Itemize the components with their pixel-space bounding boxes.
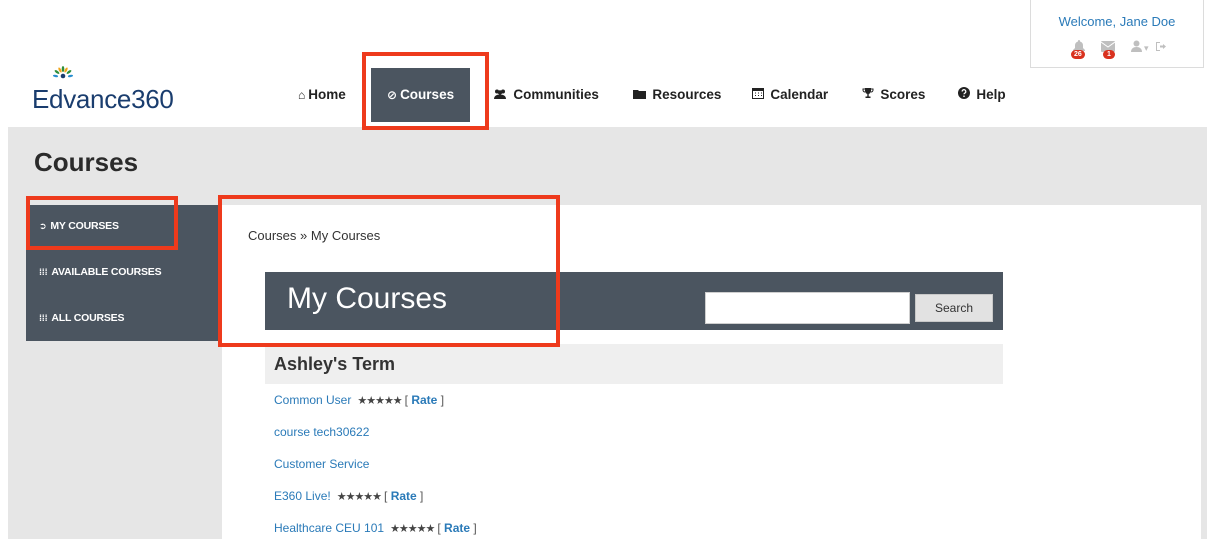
nav-resources[interactable]: Resources	[633, 70, 721, 120]
courses-sidebar: ➲ MY COURSES ⁞⁞⁞ AVAILABLE COURSES ⁞⁞⁞ ALL …	[26, 205, 220, 341]
search-button[interactable]: Search	[915, 294, 993, 322]
message-count-badge: 1	[1103, 50, 1115, 59]
breadcrumb-current: My Courses	[310, 228, 381, 243]
breadcrumb: Courses » My Courses	[248, 228, 380, 243]
my-courses-heading: My Courses	[287, 282, 448, 315]
sidebar-item-label: AVAILABLE COURSES	[51, 266, 162, 278]
nav-scores-label: Scores	[880, 87, 926, 102]
page-title: Courses	[34, 147, 139, 177]
nav-resources-label: Resources	[652, 87, 722, 102]
sidebar-item-label: ALL COURSES	[51, 312, 125, 324]
chevron-circle-right-icon: ➲	[39, 221, 47, 231]
sign-out-icon[interactable]	[1155, 40, 1166, 56]
sidebar-item-label: MY COURSES	[50, 220, 119, 232]
breadcrumb-separator: »	[300, 228, 308, 243]
list-item: course tech30622	[274, 425, 369, 439]
star-rating: ★★★★★	[390, 523, 435, 535]
course-link[interactable]: Common User	[274, 393, 351, 407]
star-rating: ★★★★★	[336, 491, 382, 503]
nav-home[interactable]: ⌂ Home	[298, 70, 346, 120]
user-welcome-panel: Welcome, Jane Doe 26 1 ▾	[1030, 0, 1204, 68]
users-icon	[493, 88, 510, 102]
nav-communities-label: Communities	[513, 87, 599, 102]
nav-scores[interactable]: Scores	[862, 70, 925, 120]
nav-home-label: Home	[308, 87, 346, 102]
sidebar-item-all-courses[interactable]: ⁞⁞⁞ ALL COURSES	[26, 297, 220, 339]
course-link[interactable]: E360 Live!	[274, 489, 331, 503]
sidebar-item-available-courses[interactable]: ⁞⁞⁞ AVAILABLE COURSES	[26, 251, 220, 293]
nav-help[interactable]: Help	[958, 70, 1006, 120]
nav-calendar[interactable]: Calendar	[752, 70, 828, 120]
list-item: Healthcare CEU 101 ★★★★★[ Rate ]	[274, 521, 477, 535]
folder-icon	[633, 88, 649, 102]
sidebar-item-my-courses[interactable]: ➲ MY COURSES	[26, 205, 220, 247]
logo-text: Edvance360	[32, 84, 174, 114]
star-rating: ★★★★★	[357, 395, 402, 407]
rate-link[interactable]: Rate	[391, 489, 417, 503]
rate-link[interactable]: Rate	[411, 393, 437, 407]
nav-courses[interactable]: ⊘ Courses	[371, 68, 471, 122]
nav-help-label: Help	[976, 87, 1006, 102]
grid-icon: ⁞⁞⁞	[39, 313, 48, 323]
calendar-icon	[752, 88, 767, 102]
user-icon[interactable]	[1131, 40, 1142, 56]
grid-icon: ⁞⁞⁞	[39, 267, 48, 277]
nav-courses-label: Courses	[400, 87, 455, 102]
list-item: E360 Live! ★★★★★[ Rate ]	[274, 489, 424, 503]
compass-icon: ⊘	[387, 88, 398, 102]
list-item: Customer Service	[274, 457, 369, 471]
list-item: Common User ★★★★★[ Rate ]	[274, 393, 445, 407]
rate-link[interactable]: Rate	[444, 521, 470, 535]
term-title: Ashley's Term	[274, 354, 395, 374]
nav-calendar-label: Calendar	[770, 87, 829, 102]
home-icon: ⌂	[298, 88, 306, 102]
welcome-text[interactable]: Welcome, Jane Doe	[1031, 14, 1203, 29]
caret-down-icon[interactable]: ▾	[1144, 40, 1149, 56]
nav-communities[interactable]: Communities	[493, 70, 599, 120]
course-link[interactable]: Customer Service	[274, 457, 369, 471]
notification-count-badge: 26	[1071, 50, 1085, 59]
course-link[interactable]: course tech30622	[274, 425, 369, 439]
question-icon	[958, 87, 973, 102]
logo-flower-icon	[52, 66, 74, 79]
search-input[interactable]	[705, 292, 910, 324]
trophy-icon	[862, 88, 877, 102]
course-link[interactable]: Healthcare CEU 101	[274, 521, 384, 535]
breadcrumb-root[interactable]: Courses	[248, 228, 296, 243]
